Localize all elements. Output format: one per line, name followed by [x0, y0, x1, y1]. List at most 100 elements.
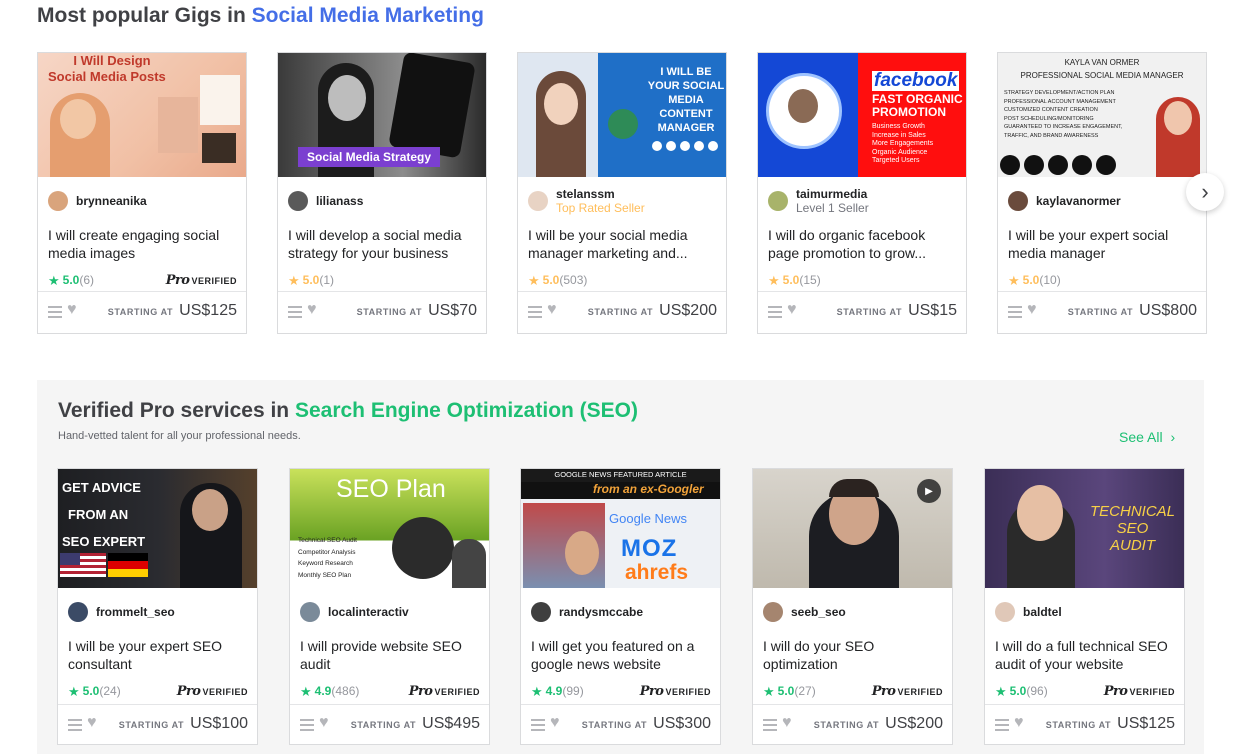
list-icon[interactable]	[1008, 306, 1022, 318]
social-icons	[652, 141, 718, 151]
avatar[interactable]	[768, 191, 788, 211]
avatar[interactable]	[288, 191, 308, 211]
thumb-text: from an ex-Googler	[593, 482, 704, 496]
gig-title[interactable]: I will provide website SEO audit	[300, 637, 481, 673]
gig-title[interactable]: I will do organic facebook page promotio…	[768, 226, 958, 262]
gig-thumbnail[interactable]: ▶	[753, 469, 952, 588]
star-icon: ★	[995, 683, 1007, 699]
person-image	[788, 89, 818, 123]
gig-title[interactable]: I will be your expert social media manag…	[1008, 226, 1198, 262]
category-link-social-media-marketing[interactable]: Social Media Marketing	[252, 4, 484, 27]
gig-title[interactable]: I will create engaging social media imag…	[48, 226, 238, 262]
seller-username[interactable]: seeb_seo	[791, 605, 846, 619]
price-value: US$100	[190, 715, 248, 732]
heart-icon[interactable]: ♥	[1014, 714, 1024, 732]
seller-username[interactable]: frommelt_seo	[96, 605, 175, 619]
gig-thumbnail[interactable]: SEO Plan Technical SEO Audit Competitor …	[290, 469, 489, 588]
seller-username[interactable]: stelanssm	[556, 187, 645, 201]
seller-username[interactable]: localinteractiv	[328, 605, 409, 619]
see-all-link[interactable]: See All ›	[1119, 429, 1175, 445]
avatar[interactable]	[531, 602, 551, 622]
thumb-line: Monthly SEO Plan	[298, 571, 352, 579]
gig-thumbnail[interactable]: KAYLA VAN ORMER PROFESSIONAL SOCIAL MEDI…	[998, 53, 1206, 177]
gig-thumbnail[interactable]: GOOGLE NEWS FEATURED ARTICLE from an ex-…	[521, 469, 720, 588]
list-icon[interactable]	[300, 719, 314, 731]
heart-icon[interactable]: ♥	[550, 714, 560, 732]
rating-count: (10)	[1039, 273, 1061, 287]
gig-thumbnail[interactable]: GET ADVICE FROM AN SEO EXPERT	[58, 469, 257, 588]
gig-card[interactable]: I Will Design Social Media Posts brynnea…	[37, 52, 247, 334]
gig-title[interactable]: I will do your SEO optimization	[763, 637, 944, 673]
list-icon[interactable]	[68, 719, 82, 731]
gig-title[interactable]: I will get you featured on a google news…	[531, 637, 712, 673]
list-icon[interactable]	[288, 306, 302, 318]
thumb-line: AUDIT	[1110, 537, 1155, 554]
list-icon[interactable]	[528, 306, 542, 318]
gig-card[interactable]: ▶ seeb_seo I will do your SEO optimizati…	[752, 468, 953, 745]
instagram-icon	[1000, 155, 1020, 175]
thumb-line: POST SCHEDULING/MONITORING	[1004, 115, 1094, 122]
rating-value: 5.0	[777, 684, 795, 698]
avatar[interactable]	[48, 191, 68, 211]
gig-title[interactable]: I will do a full technical SEO audit of …	[995, 637, 1176, 673]
gig-thumbnail[interactable]: I Will Design Social Media Posts	[38, 53, 246, 177]
gig-card[interactable]: GOOGLE NEWS FEATURED ARTICLE from an ex-…	[520, 468, 721, 745]
pro-word: Pro	[176, 684, 201, 699]
price-value: US$800	[1139, 302, 1197, 319]
rating-count: (486)	[331, 684, 360, 698]
gig-thumbnail[interactable]: facebook FAST ORGANIC PROMOTION Business…	[758, 53, 966, 177]
avatar[interactable]	[528, 191, 548, 211]
list-icon[interactable]	[763, 719, 777, 731]
heart-icon[interactable]: ♥	[67, 301, 77, 319]
gig-thumbnail[interactable]: TECHNICAL SEO AUDIT	[985, 469, 1184, 588]
person-face	[565, 531, 599, 575]
heart-icon[interactable]: ♥	[1027, 301, 1037, 319]
gig-card[interactable]: I WILL BE YOUR SOCIAL MEDIA CONTENT MANA…	[517, 52, 727, 334]
price-value: US$300	[653, 715, 711, 732]
heart-icon[interactable]: ♥	[307, 301, 317, 319]
list-icon[interactable]	[48, 306, 62, 318]
thumb-text: Social Media Posts	[48, 69, 166, 84]
gig-card[interactable]: TECHNICAL SEO AUDIT baldtel I will do a …	[984, 468, 1185, 745]
heart-icon[interactable]: ♥	[87, 714, 97, 732]
heart-icon[interactable]: ♥	[787, 301, 797, 319]
gig-card[interactable]: facebook FAST ORGANIC PROMOTION Business…	[757, 52, 967, 334]
list-icon[interactable]	[995, 719, 1009, 731]
seller-username[interactable]: brynneanika	[76, 194, 147, 208]
list-icon[interactable]	[768, 306, 782, 318]
seller-username[interactable]: lilianass	[316, 194, 363, 208]
carousel-next-button[interactable]: ›	[1186, 173, 1224, 211]
heart-icon[interactable]: ♥	[782, 714, 792, 732]
category-link-seo[interactable]: Search Engine Optimization (SEO)	[295, 399, 638, 422]
gig-title[interactable]: I will develop a social media strategy f…	[288, 226, 478, 262]
heart-icon[interactable]: ♥	[547, 301, 557, 319]
gig-card[interactable]: KAYLA VAN ORMER PROFESSIONAL SOCIAL MEDI…	[997, 52, 1207, 334]
play-icon[interactable]: ▶	[917, 479, 941, 503]
rating-count: (99)	[562, 684, 584, 698]
pro-verified-badge: Pro VERIFIED	[640, 684, 711, 699]
starting-at-label: STARTING AT	[118, 720, 185, 730]
person-face	[192, 489, 228, 531]
gig-title[interactable]: I will be your expert SEO consultant	[68, 637, 249, 673]
list-icon[interactable]	[531, 719, 545, 731]
starting-at-label: STARTING AT	[356, 307, 423, 317]
gig-card[interactable]: GET ADVICE FROM AN SEO EXPERT frommelt_s…	[57, 468, 258, 745]
thumb-line: PROFESSIONAL ACCOUNT MANAGEMENT	[1004, 98, 1116, 105]
avatar[interactable]	[1008, 191, 1028, 211]
gig-thumbnail[interactable]: I WILL BE YOUR SOCIAL MEDIA CONTENT MANA…	[518, 53, 726, 177]
avatar[interactable]	[300, 602, 320, 622]
avatar[interactable]	[68, 602, 88, 622]
seller-username[interactable]: baldtel	[1023, 605, 1062, 619]
chevron-right-icon: ›	[1170, 429, 1176, 445]
gig-card[interactable]: Social Media Strategy lilianass I will d…	[277, 52, 487, 334]
avatar[interactable]	[763, 602, 783, 622]
gig-title[interactable]: I will be your social media manager mark…	[528, 226, 718, 262]
thumb-text: I WILL BE YOUR SOCIAL MEDIA CONTENT MANA…	[646, 65, 726, 135]
heart-icon[interactable]: ♥	[319, 714, 329, 732]
avatar[interactable]	[995, 602, 1015, 622]
seller-username[interactable]: taimurmedia	[796, 187, 869, 201]
seller-username[interactable]: kaylavanormer	[1036, 194, 1121, 208]
seller-username[interactable]: randysmccabe	[559, 605, 643, 619]
gig-thumbnail[interactable]: Social Media Strategy	[278, 53, 486, 177]
gig-card[interactable]: SEO Plan Technical SEO Audit Competitor …	[289, 468, 490, 745]
